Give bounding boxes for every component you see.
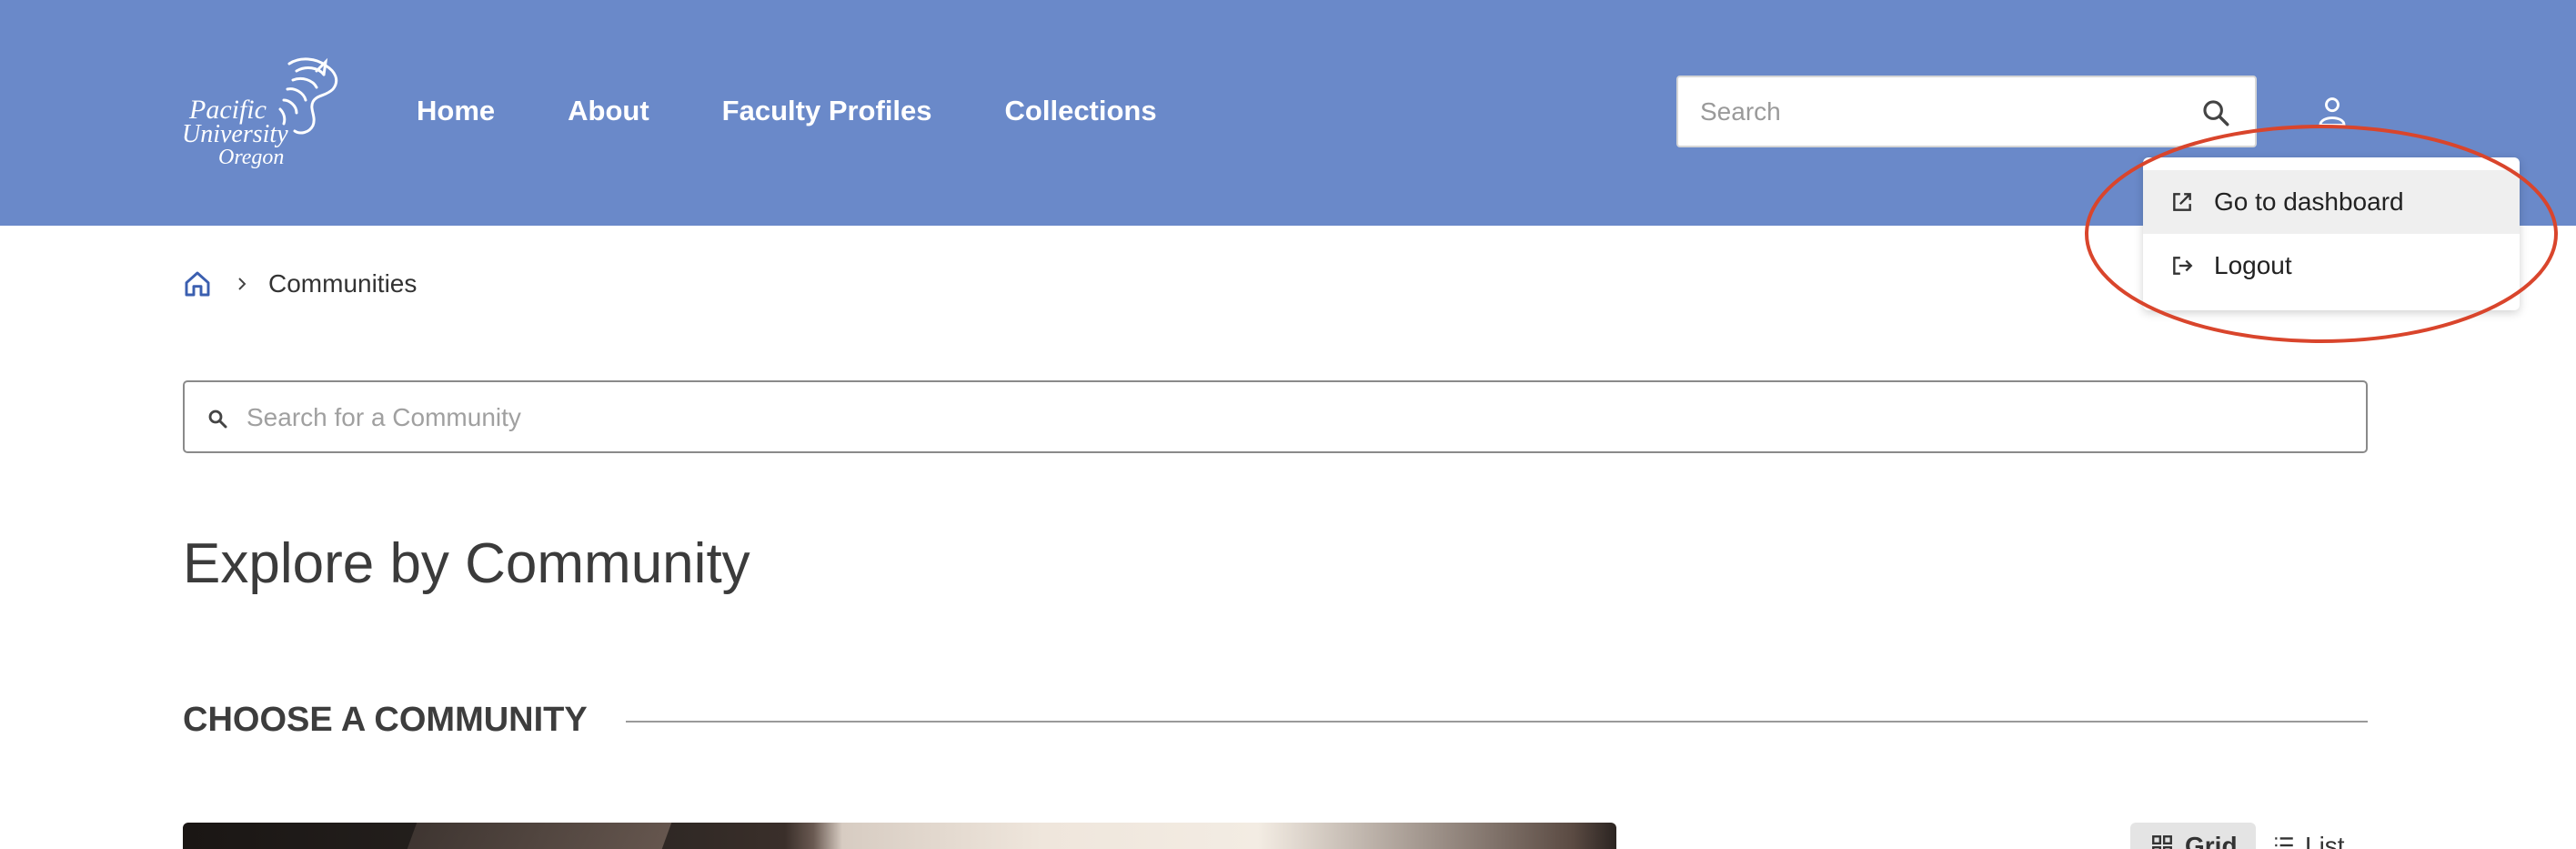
list-icon xyxy=(2275,837,2293,847)
community-search xyxy=(183,380,2368,453)
header-search xyxy=(1676,76,2257,147)
section-divider xyxy=(626,721,2368,723)
grid-icon xyxy=(2152,835,2172,849)
svg-text:Oregon: Oregon xyxy=(218,146,284,169)
nav-home[interactable]: Home xyxy=(417,95,495,127)
menu-item-label: Logout xyxy=(2214,251,2292,279)
user-icon[interactable] xyxy=(2318,96,2347,127)
user-menu-dropdown: Go to dashboard Logout xyxy=(2143,157,2520,310)
menu-item-go-to-dashboard[interactable]: Go to dashboard xyxy=(2143,170,2520,234)
nav-faculty-profiles[interactable]: Faculty Profiles xyxy=(722,95,932,127)
nav-collections[interactable]: Collections xyxy=(1005,95,1157,127)
header-search-input[interactable] xyxy=(1700,94,2173,130)
boxer-crest-icon: Pacific University Oregon xyxy=(182,57,338,169)
grid-view-label: Grid xyxy=(2185,832,2238,849)
svg-text:University: University xyxy=(182,120,288,148)
breadcrumb-current: Communities xyxy=(268,269,418,298)
grid-view-button[interactable]: Grid xyxy=(2130,823,2256,849)
chevron-right-icon xyxy=(238,278,247,290)
menu-item-logout[interactable]: Logout xyxy=(2143,234,2520,298)
search-icon[interactable] xyxy=(2200,97,2231,128)
logout-icon xyxy=(2173,257,2193,275)
nav-about[interactable]: About xyxy=(568,95,649,127)
section-heading: CHOOSE A COMMUNITY xyxy=(183,701,588,739)
community-search-input[interactable] xyxy=(247,399,2248,437)
card-image-detail xyxy=(403,823,672,849)
community-card-image[interactable] xyxy=(183,823,1616,849)
list-view-button[interactable]: List xyxy=(2272,823,2345,849)
university-logo[interactable]: Pacific University Oregon xyxy=(180,53,346,169)
main-nav: Home About Faculty Profiles Collections xyxy=(417,95,1230,127)
home-icon[interactable] xyxy=(183,269,212,298)
page-title: Explore by Community xyxy=(183,532,750,595)
search-icon xyxy=(208,409,227,429)
view-toggle: Grid List xyxy=(2130,823,2345,849)
menu-item-label: Go to dashboard xyxy=(2214,187,2404,216)
breadcrumb: Communities xyxy=(183,264,417,304)
list-view-label: List xyxy=(2305,832,2345,849)
external-link-icon xyxy=(2173,193,2191,211)
